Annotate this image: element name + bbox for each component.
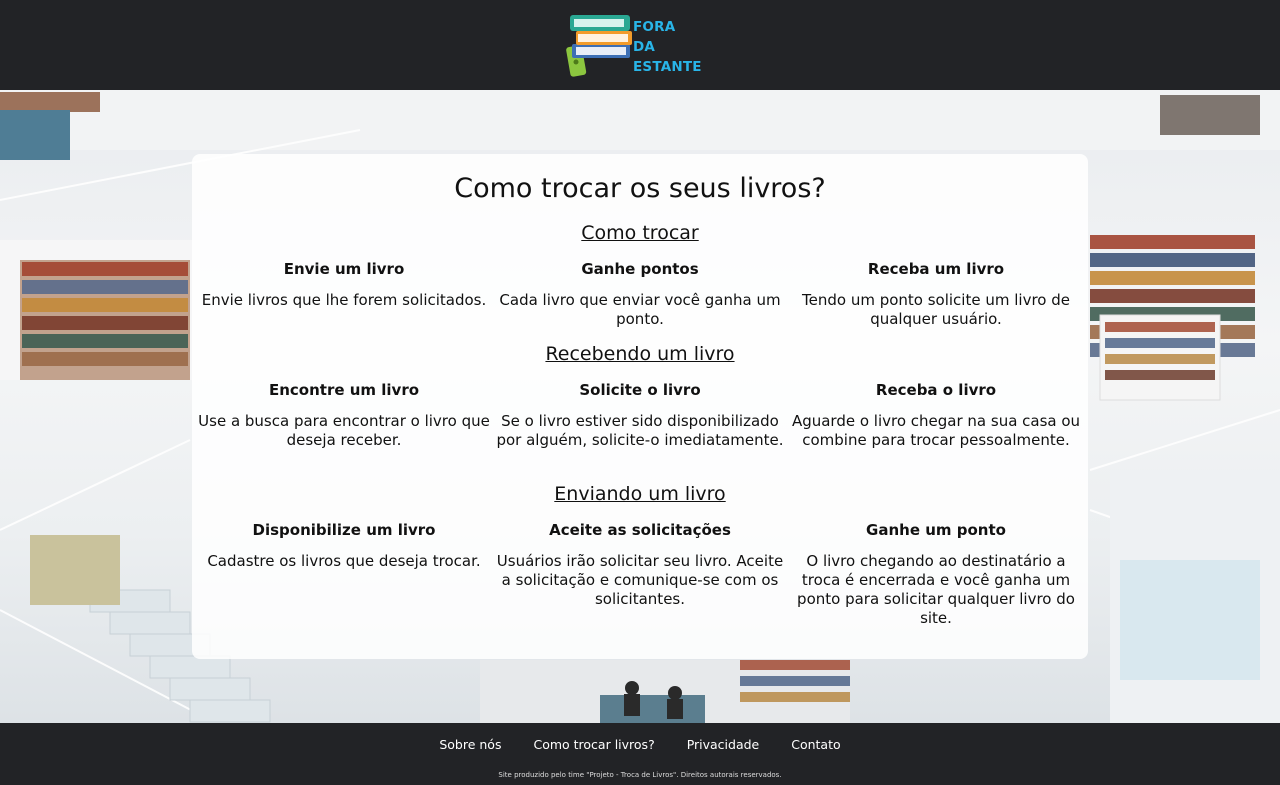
site-logo[interactable]: FORA DA ESTANTE — [564, 10, 724, 80]
step-receba-um-livro: Receba um livro Tendo um ponto solicite … — [790, 259, 1082, 329]
section-title-como-trocar: Como trocar — [581, 222, 699, 244]
step-ganhe-pontos: Ganhe pontos Cada livro que enviar você … — [494, 259, 786, 329]
step-heading: Ganhe um ponto — [866, 521, 1006, 539]
step-text: Se o livro estiver sido disponibilizado … — [496, 412, 784, 449]
step-text: Use a busca para encontrar o livro que d… — [198, 412, 490, 449]
footer-link-contato[interactable]: Contato — [791, 737, 840, 752]
footer-link-privacidade[interactable]: Privacidade — [687, 737, 760, 752]
step-heading: Solicite o livro — [579, 381, 701, 399]
step-text: Cada livro que enviar você ganha um pont… — [499, 291, 781, 328]
step-heading: Envie um livro — [283, 260, 405, 278]
step-aceite-solicitacoes: Aceite as solicitações Usuários irão sol… — [494, 520, 786, 609]
brand-text: FORA DA ESTANTE — [633, 17, 724, 77]
books-logo-icon — [566, 15, 632, 77]
step-ganhe-um-ponto: Ganhe um ponto O livro chegando ao desti… — [790, 520, 1082, 628]
footer-link-sobre-nos[interactable]: Sobre nós — [439, 737, 501, 752]
brand-line-1: FORA — [633, 19, 676, 35]
step-disponibilize: Disponibilize um livro Cadastre os livro… — [198, 520, 490, 571]
step-solicite-o-livro: Solicite o livro Se o livro estiver sido… — [494, 380, 786, 450]
step-encontre-um-livro: Encontre um livro Use a busca para encon… — [198, 380, 490, 450]
step-heading: Encontre um livro — [268, 381, 420, 399]
step-text: Aguarde o livro chegar na sua casa ou co… — [791, 412, 1081, 449]
step-text: Envie livros que lhe forem solicitados. — [201, 291, 487, 309]
step-heading: Aceite as solicitações — [549, 521, 731, 539]
page-title: Como trocar os seus livros? — [454, 173, 826, 204]
step-heading: Receba um livro — [867, 260, 1005, 278]
brand-line-2: DA ESTANTE — [633, 39, 702, 75]
step-text: Tendo um ponto solicite um livro de qual… — [802, 291, 1070, 328]
footer-nav: Sobre nós Como trocar livros? Privacidad… — [0, 737, 1280, 752]
footer-link-como-trocar[interactable]: Como trocar livros? — [533, 737, 654, 752]
step-text: Usuários irão solicitar seu livro. Aceit… — [496, 552, 784, 608]
copyright-text: Site produzido pelo time "Projeto - Troc… — [498, 771, 782, 779]
site-footer: Sobre nós Como trocar livros? Privacidad… — [0, 723, 1280, 785]
step-heading: Disponibilize um livro — [252, 521, 436, 539]
step-envie-um-livro: Envie um livro Envie livros que lhe fore… — [198, 259, 490, 310]
section-title-enviando: Enviando um livro — [554, 483, 726, 505]
site-header: FORA DA ESTANTE — [0, 0, 1280, 90]
step-text: O livro chegando ao destinatário a troca… — [797, 552, 1075, 627]
section-title-recebendo: Recebendo um livro — [545, 343, 735, 365]
step-heading: Receba o livro — [875, 381, 997, 399]
step-text: Cadastre os livros que deseja trocar. — [207, 552, 481, 570]
step-heading: Ganhe pontos — [581, 260, 699, 278]
step-receba-o-livro: Receba o livro Aguarde o livro chegar na… — [790, 380, 1082, 450]
